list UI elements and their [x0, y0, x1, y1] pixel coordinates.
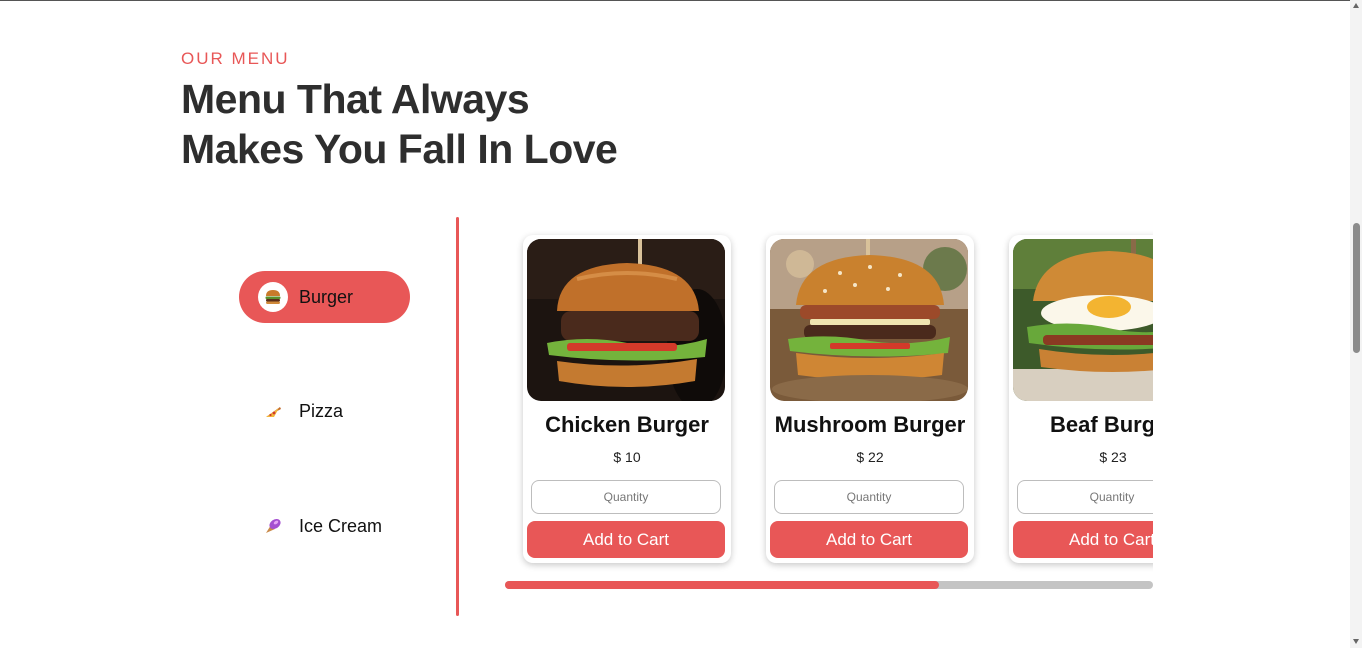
page-scrollbar[interactable]	[1350, 0, 1362, 648]
category-label: Ice Cream	[299, 515, 383, 536]
category-tab-pizza[interactable]: Pizza	[239, 385, 410, 437]
product-image-chicken-burger	[527, 239, 725, 401]
product-card: Beaf Burger $ 23 Add to Cart	[1009, 235, 1153, 563]
product-card: Chicken Burger $ 10 Add to Cart	[523, 235, 731, 563]
top-border	[0, 0, 1362, 1]
category-tab-burger[interactable]: Burger	[239, 271, 410, 323]
product-carousel[interactable]: Chicken Burger $ 10 Add to Cart	[505, 228, 1153, 574]
ice-cream-icon	[258, 511, 288, 541]
headline-line-2: Makes You Fall In Love	[181, 126, 618, 172]
scroll-down-arrow-icon[interactable]	[1353, 639, 1359, 644]
add-to-cart-button[interactable]: Add to Cart	[770, 521, 968, 558]
section-divider	[456, 217, 459, 616]
product-price: $ 22	[856, 449, 884, 465]
product-image-mushroom-burger	[770, 239, 968, 401]
category-label: Burger	[299, 286, 354, 307]
product-price: $ 23	[1099, 449, 1127, 465]
add-to-cart-button[interactable]: Add to Cart	[1013, 521, 1153, 558]
product-name: Beaf Burger	[1050, 412, 1153, 437]
scroll-up-arrow-icon[interactable]	[1353, 3, 1359, 8]
carousel-scrollbar-thumb[interactable]	[505, 581, 939, 589]
add-to-cart-button[interactable]: Add to Cart	[527, 521, 725, 558]
quantity-input[interactable]	[1017, 480, 1153, 514]
quantity-input[interactable]	[531, 480, 721, 514]
burger-icon	[258, 282, 288, 312]
quantity-input[interactable]	[774, 480, 964, 514]
product-price: $ 10	[613, 449, 641, 465]
page-scrollbar-thumb[interactable]	[1353, 223, 1360, 353]
pizza-icon	[258, 396, 288, 426]
product-name: Chicken Burger	[545, 412, 709, 437]
product-name: Mushroom Burger	[774, 412, 966, 437]
section-eyebrow: OUR MENU	[181, 49, 290, 68]
carousel-scrollbar[interactable]	[505, 581, 1153, 589]
product-card: Mushroom Burger $ 22 Add to Cart	[766, 235, 974, 563]
headline-line-1: Menu That Always	[181, 76, 530, 122]
category-label: Pizza	[299, 400, 344, 421]
category-tab-ice-cream[interactable]: Ice Cream	[239, 500, 410, 552]
section-headline: Menu That Always Makes You Fall In Love	[181, 74, 618, 174]
product-image-beaf-burger	[1013, 239, 1153, 401]
